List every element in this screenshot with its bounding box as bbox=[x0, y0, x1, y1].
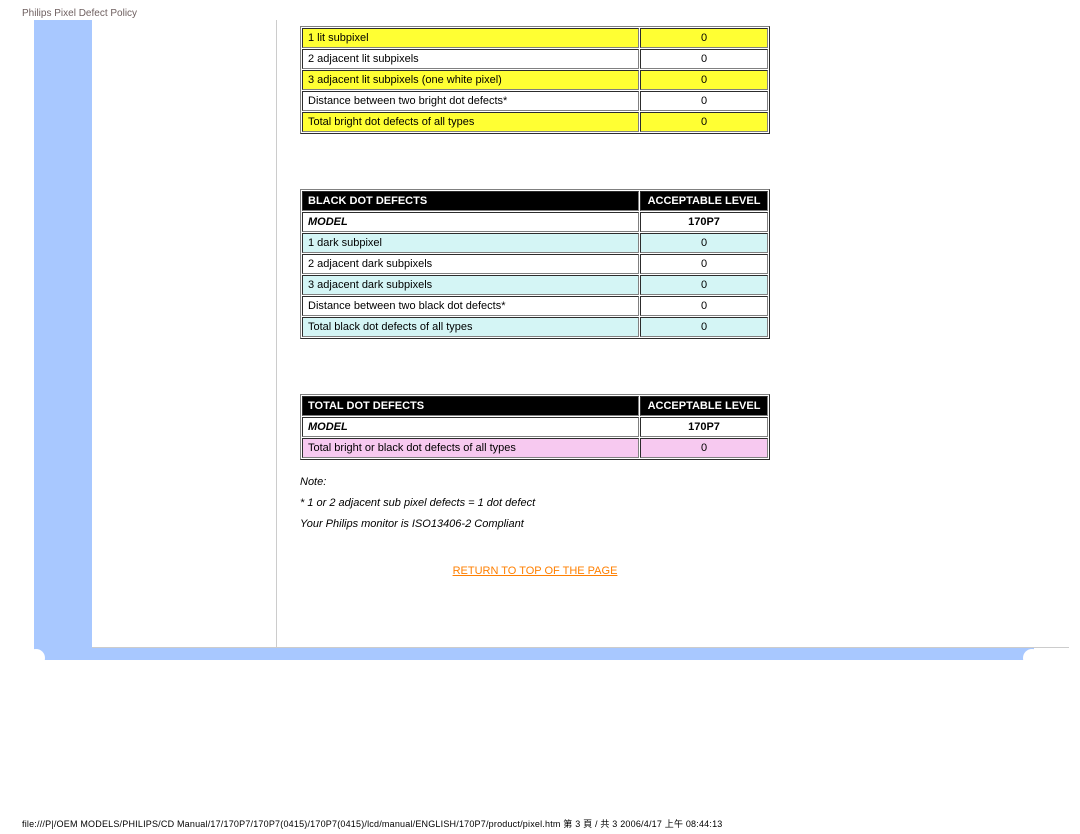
defect-label: 1 dark subpixel bbox=[302, 233, 639, 253]
sidebar bbox=[92, 20, 277, 648]
table-header: BLACK DOT DEFECTS ACCEPTABLE LEVEL bbox=[302, 191, 768, 211]
defect-label: Distance between two bright dot defects* bbox=[302, 91, 639, 111]
notes-block: Note: * 1 or 2 adjacent sub pixel defect… bbox=[300, 472, 820, 535]
table-row: Total black dot defects of all types 0 bbox=[302, 317, 768, 337]
model-row: MODEL 170P7 bbox=[302, 417, 768, 437]
defect-value: 0 bbox=[640, 49, 768, 69]
defect-value: 0 bbox=[640, 70, 768, 90]
table-row: Distance between two black dot defects* … bbox=[302, 296, 768, 316]
defect-value: 0 bbox=[640, 28, 768, 48]
table-row: 1 lit subpixel 0 bbox=[302, 28, 768, 48]
table-row: 3 adjacent dark subpixels 0 bbox=[302, 275, 768, 295]
note-line: * 1 or 2 adjacent sub pixel defects = 1 … bbox=[300, 493, 820, 514]
defect-value: 0 bbox=[640, 438, 768, 458]
model-label: MODEL bbox=[302, 417, 639, 437]
table-row: Total bright or black dot defects of all… bbox=[302, 438, 768, 458]
header-right: ACCEPTABLE LEVEL bbox=[640, 396, 768, 416]
footer-path: file:///P|/OEM MODELS/PHILIPS/CD Manual/… bbox=[22, 817, 723, 830]
model-value: 170P7 bbox=[640, 212, 768, 232]
main-content: 1 lit subpixel 0 2 adjacent lit subpixel… bbox=[300, 20, 820, 577]
page-title: Philips Pixel Defect Policy bbox=[22, 8, 137, 19]
defect-label: 3 adjacent dark subpixels bbox=[302, 275, 639, 295]
defect-value: 0 bbox=[640, 112, 768, 132]
defect-value: 0 bbox=[640, 275, 768, 295]
defect-label: 3 adjacent lit subpixels (one white pixe… bbox=[302, 70, 639, 90]
defect-value: 0 bbox=[640, 91, 768, 111]
note-line: Your Philips monitor is ISO13406-2 Compl… bbox=[300, 514, 820, 535]
table-row: 1 dark subpixel 0 bbox=[302, 233, 768, 253]
defect-label: 2 adjacent dark subpixels bbox=[302, 254, 639, 274]
total-dot-table: TOTAL DOT DEFECTS ACCEPTABLE LEVEL MODEL… bbox=[300, 394, 770, 460]
defect-label: 1 lit subpixel bbox=[302, 28, 639, 48]
header-left: BLACK DOT DEFECTS bbox=[302, 191, 639, 211]
corner-rounding bbox=[1023, 649, 1041, 667]
defect-label: Distance between two black dot defects* bbox=[302, 296, 639, 316]
table-row: 2 adjacent lit subpixels 0 bbox=[302, 49, 768, 69]
table-row: 3 adjacent lit subpixels (one white pixe… bbox=[302, 70, 768, 90]
note-line: Note: bbox=[300, 472, 820, 493]
defect-value: 0 bbox=[640, 254, 768, 274]
divider bbox=[92, 647, 1069, 648]
corner-rounding bbox=[27, 649, 45, 667]
model-label: MODEL bbox=[302, 212, 639, 232]
return-to-top-link[interactable]: RETURN TO TOP OF THE PAGE bbox=[300, 565, 770, 577]
table-header: TOTAL DOT DEFECTS ACCEPTABLE LEVEL bbox=[302, 396, 768, 416]
model-value: 170P7 bbox=[640, 417, 768, 437]
defect-label: Total black dot defects of all types bbox=[302, 317, 639, 337]
table-row: 2 adjacent dark subpixels 0 bbox=[302, 254, 768, 274]
defect-value: 0 bbox=[640, 317, 768, 337]
defect-label: Total bright dot defects of all types bbox=[302, 112, 639, 132]
defect-value: 0 bbox=[640, 233, 768, 253]
header-left: TOTAL DOT DEFECTS bbox=[302, 396, 639, 416]
defect-label: 2 adjacent lit subpixels bbox=[302, 49, 639, 69]
defect-label: Total bright or black dot defects of all… bbox=[302, 438, 639, 458]
defect-value: 0 bbox=[640, 296, 768, 316]
table-row: Distance between two bright dot defects*… bbox=[302, 91, 768, 111]
content-panel: 1 lit subpixel 0 2 adjacent lit subpixel… bbox=[92, 20, 1069, 648]
black-dot-table: BLACK DOT DEFECTS ACCEPTABLE LEVEL MODEL… bbox=[300, 189, 770, 339]
bright-dot-table: 1 lit subpixel 0 2 adjacent lit subpixel… bbox=[300, 26, 770, 134]
table-row: Total bright dot defects of all types 0 bbox=[302, 112, 768, 132]
page-background: 1 lit subpixel 0 2 adjacent lit subpixel… bbox=[34, 20, 1034, 660]
header-right: ACCEPTABLE LEVEL bbox=[640, 191, 768, 211]
model-row: MODEL 170P7 bbox=[302, 212, 768, 232]
